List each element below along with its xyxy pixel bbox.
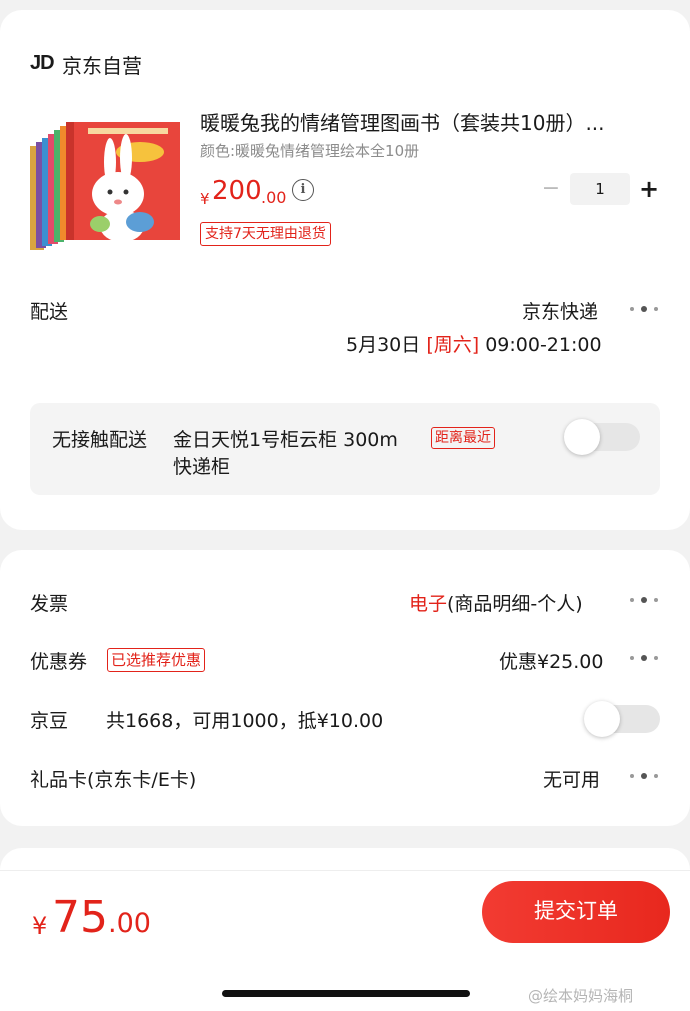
shop-name[interactable]: 京东自营 [62, 50, 142, 79]
delivery-method[interactable]: 京东快递 [522, 297, 598, 324]
order-options-card: 发票 电子(商品明细-个人) 优惠券 已选推荐优惠 优惠¥25.00 京豆 共1… [0, 550, 690, 826]
delivery-time[interactable]: 5月30日 [周六] 09:00-21:00 [346, 330, 602, 357]
more-dots-icon[interactable] [630, 595, 660, 605]
delivery-date: 5月30日 [346, 334, 421, 356]
quantity-decrease-button[interactable]: − [541, 178, 561, 202]
product-title[interactable]: 暖暖兔我的情绪管理图画书（套装共10册）... [200, 107, 660, 136]
giftcard-value[interactable]: 无可用 [543, 765, 600, 792]
delivery-label: 配送 [30, 301, 69, 323]
product-image[interactable] [30, 122, 180, 250]
more-dots-icon[interactable] [630, 771, 660, 781]
toggle-knob [584, 701, 620, 737]
invoice-type: 电子 [409, 593, 448, 615]
more-dots-icon[interactable] [630, 304, 660, 314]
more-dots-icon[interactable] [630, 653, 660, 663]
jingdou-toggle[interactable] [584, 701, 660, 737]
quantity-increase-button[interactable]: + [638, 176, 660, 202]
jingdou-label: 京豆 [30, 710, 69, 732]
invoice-detail: (商品明细-个人) [447, 593, 583, 615]
price-currency: ¥ [200, 190, 210, 208]
giftcard-label: 礼品卡(京东卡/E卡) [30, 769, 197, 791]
contactless-delivery-label: 无接触配送 [52, 429, 148, 451]
recommended-coupon-tag: 已选推荐优惠 [107, 648, 206, 672]
nearest-tag: 距离最近 [431, 427, 495, 449]
price-decimal: .00 [261, 188, 287, 207]
contactless-delivery-toggle[interactable] [564, 419, 640, 455]
watermark: @绘本妈妈海桐 [528, 987, 634, 1005]
info-icon[interactable]: i [292, 179, 314, 201]
price-integer: 200 [212, 176, 262, 206]
total-currency: ¥ [32, 912, 48, 940]
product-variant[interactable]: 颜色:暖暖兔情绪管理绘本全10册 [200, 140, 419, 161]
jd-logo: JD [30, 52, 55, 74]
pickup-locker-type: 快递柜 [173, 456, 231, 478]
coupon-value[interactable]: 优惠¥25.00 [499, 647, 603, 674]
total-decimal: .00 [108, 908, 151, 939]
total-integer: 75 [52, 892, 108, 943]
toggle-knob [564, 419, 600, 455]
invoice-label: 发票 [30, 593, 69, 615]
invoice-value[interactable]: 电子(商品明细-个人) [409, 589, 583, 616]
home-indicator[interactable] [222, 990, 470, 997]
quantity-input[interactable]: 1 [570, 173, 630, 205]
coupon-label: 优惠券 [30, 651, 88, 673]
return-policy-tag: 支持7天无理由退货 [200, 222, 331, 246]
jingdou-detail: 共1668，可用1000，抵¥10.00 [106, 710, 384, 732]
delivery-weekday: [周六] [426, 334, 480, 356]
submit-order-button[interactable]: 提交订单 [482, 881, 670, 943]
order-item-card: JD 京东自营 暖暖兔我的情绪管理图画书（套装共10册）... 颜色:暖暖兔情绪… [0, 10, 690, 530]
delivery-time-range: 09:00-21:00 [485, 334, 602, 356]
pickup-locker-address: 金日天悦1号柜云柜 300m [173, 429, 398, 451]
